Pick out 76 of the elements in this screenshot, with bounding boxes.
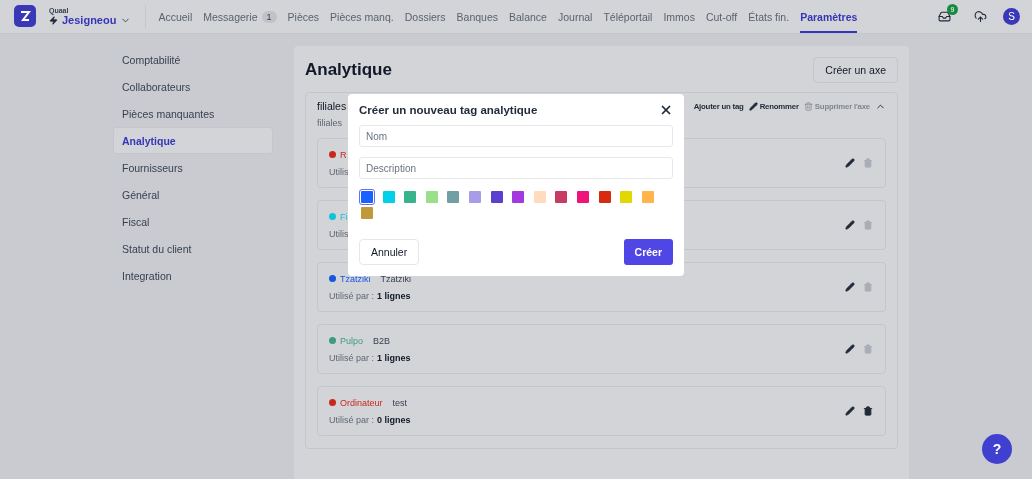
logo-icon[interactable]: [14, 5, 36, 27]
nav-tab[interactable]: Dossiers: [404, 0, 446, 33]
nav-tab[interactable]: Paramètres: [800, 0, 858, 33]
axis-name: filiales: [317, 100, 347, 112]
inbox-icon[interactable]: [938, 10, 951, 23]
color-swatch[interactable]: [510, 189, 527, 205]
tag-usage: Utilisé par : 1 lignes: [329, 352, 411, 363]
company-selector[interactable]: Jesigneou: [49, 14, 132, 26]
lightning-icon: [49, 15, 58, 25]
edit-icon[interactable]: [845, 344, 855, 354]
nav-tab[interactable]: Cut-off: [705, 0, 738, 33]
create-button[interactable]: Créer: [623, 239, 673, 265]
page-title: Analytique: [305, 60, 392, 80]
sidebar-item[interactable]: Collaborateurs: [113, 73, 273, 100]
tag-usage: Utilisé par : 1 lignes: [329, 290, 411, 301]
nav-tab[interactable]: Banques: [456, 0, 498, 33]
nav-tab[interactable]: Balance: [509, 0, 547, 33]
nav-tab[interactable]: Accueil: [158, 0, 193, 33]
tag-description: test: [392, 397, 408, 408]
sidebar-item[interactable]: Statut du client: [113, 235, 273, 262]
tag-name: R: [340, 149, 347, 160]
tag-name: Fi: [340, 211, 348, 222]
sidebar-item[interactable]: Pièces manquantes: [113, 100, 273, 127]
sidebar-item[interactable]: Integration: [113, 262, 273, 289]
color-swatch[interactable]: [402, 189, 419, 205]
axis-subtitle: filiales: [317, 118, 343, 128]
tag-name: Ordinateur: [340, 397, 383, 408]
close-icon[interactable]: [659, 103, 673, 117]
trash-icon: [803, 101, 813, 111]
sidebar-item[interactable]: Analytique: [113, 127, 273, 154]
color-swatch[interactable]: [639, 189, 656, 205]
edit-icon[interactable]: [845, 282, 855, 292]
color-swatch[interactable]: [531, 189, 548, 205]
count-badge: 1: [261, 10, 277, 23]
cloud-upload-icon[interactable]: [974, 10, 987, 23]
tag-usage: Utilis: [329, 166, 349, 177]
color-swatch[interactable]: [359, 189, 375, 205]
color-swatch[interactable]: [553, 189, 570, 205]
color-swatch[interactable]: [574, 189, 591, 205]
help-button[interactable]: ?: [982, 434, 1012, 464]
color-swatch[interactable]: [618, 189, 635, 205]
color-swatch[interactable]: [445, 189, 462, 205]
nav-tab[interactable]: Journal: [557, 0, 593, 33]
cancel-button[interactable]: Annuler: [359, 239, 420, 265]
sidebar-item[interactable]: Comptabilité: [113, 46, 273, 73]
nav-tab[interactable]: Immos: [663, 0, 695, 33]
dialog-title: Créer un nouveau tag analytique: [359, 104, 538, 116]
color-swatch[interactable]: [466, 189, 483, 205]
color-swatch[interactable]: [359, 205, 375, 221]
color-swatch[interactable]: [488, 189, 505, 205]
tag-description: B2B: [373, 335, 391, 346]
name-field[interactable]: Nom: [359, 125, 673, 147]
nav-tab[interactable]: Téléportail: [603, 0, 653, 33]
color-swatch[interactable]: [596, 189, 613, 205]
user-avatar[interactable]: S: [1003, 8, 1020, 25]
nav-tab[interactable]: États fin.: [748, 0, 790, 33]
description-field[interactable]: Description: [359, 157, 673, 179]
tag-usage: Utilisé par : 0 lignes: [329, 414, 411, 425]
nav-tab[interactable]: Pièces: [287, 0, 320, 33]
sidebar-item[interactable]: Fournisseurs: [113, 154, 273, 181]
pencil-icon: [748, 101, 758, 111]
edit-icon[interactable]: [845, 406, 855, 416]
delete-icon[interactable]: [863, 406, 873, 416]
nav-tab[interactable]: Messagerie 1: [203, 0, 277, 33]
tag-description: Tzatziki: [380, 273, 412, 284]
tag-name: Tzatziki: [340, 273, 371, 284]
nav-tab[interactable]: Pièces manq.: [330, 0, 394, 33]
tag-name: Pulpo: [340, 335, 364, 346]
color-swatch[interactable]: [423, 189, 440, 205]
color-swatch[interactable]: [380, 189, 397, 205]
edit-icon[interactable]: [845, 158, 855, 168]
sidebar-item[interactable]: Fiscal: [113, 208, 273, 235]
sidebar-item[interactable]: Général: [113, 181, 273, 208]
tag-usage: Utilis: [329, 228, 349, 239]
create-axis-button[interactable]: Créer un axe: [813, 57, 898, 83]
edit-icon[interactable]: [845, 220, 855, 230]
